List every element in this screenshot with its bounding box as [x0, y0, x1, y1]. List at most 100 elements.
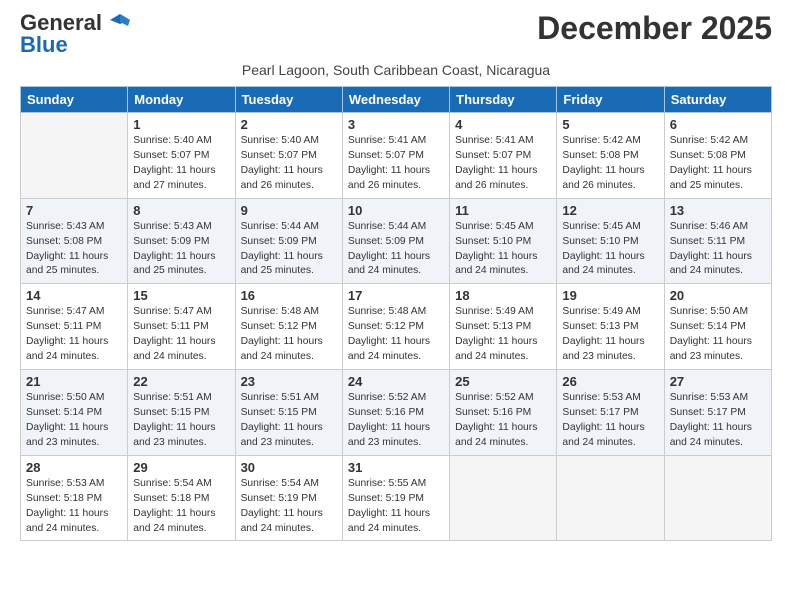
calendar-week-row: 7 Sunrise: 5:43 AMSunset: 5:08 PMDaylight…: [21, 198, 772, 284]
calendar-week-row: 1 Sunrise: 5:40 AMSunset: 5:07 PMDaylight…: [21, 113, 772, 199]
day-info: Sunrise: 5:45 AMSunset: 5:10 PMDaylight:…: [562, 220, 658, 280]
weekday-header-monday: Monday: [128, 87, 235, 113]
day-number: 11: [455, 203, 551, 218]
day-info: Sunrise: 5:46 AMSunset: 5:11 PMDaylight:…: [670, 220, 766, 280]
page-header: General Blue December 2025: [20, 10, 772, 58]
day-info: Sunrise: 5:54 AMSunset: 5:18 PMDaylight:…: [133, 477, 229, 537]
day-number: 6: [670, 117, 766, 132]
day-number: 10: [348, 203, 444, 218]
day-info: Sunrise: 5:40 AMSunset: 5:07 PMDaylight:…: [133, 134, 229, 194]
day-info: Sunrise: 5:45 AMSunset: 5:10 PMDaylight:…: [455, 220, 551, 280]
day-info: Sunrise: 5:47 AMSunset: 5:11 PMDaylight:…: [26, 305, 122, 365]
calendar-day-cell: 20Sunrise: 5:50 AMSunset: 5:14 PMDayligh…: [664, 284, 771, 370]
weekday-header-saturday: Saturday: [664, 87, 771, 113]
calendar-day-cell: 15 Sunrise: 5:47 AMSunset: 5:11 PMDayligh…: [128, 284, 235, 370]
day-info: Sunrise: 5:51 AMSunset: 5:15 PMDaylight:…: [133, 391, 229, 451]
calendar-day-cell: 16Sunrise: 5:48 AMSunset: 5:12 PMDayligh…: [235, 284, 342, 370]
day-number: 24: [348, 374, 444, 389]
day-number: 4: [455, 117, 551, 132]
calendar-day-cell: 21 Sunrise: 5:50 AMSunset: 5:14 PMDayligh…: [21, 370, 128, 456]
day-info: Sunrise: 5:53 AMSunset: 5:18 PMDaylight:…: [26, 477, 122, 537]
calendar-week-row: 21 Sunrise: 5:50 AMSunset: 5:14 PMDayligh…: [21, 370, 772, 456]
day-number: 23: [241, 374, 337, 389]
calendar-day-cell: [21, 113, 128, 199]
calendar-day-cell: 14Sunrise: 5:47 AMSunset: 5:11 PMDayligh…: [21, 284, 128, 370]
day-info: Sunrise: 5:43 AMSunset: 5:09 PMDaylight:…: [133, 220, 229, 280]
calendar-week-row: 28 Sunrise: 5:53 AMSunset: 5:18 PMDayligh…: [21, 455, 772, 541]
calendar-day-cell: 25Sunrise: 5:52 AMSunset: 5:16 PMDayligh…: [450, 370, 557, 456]
day-info: Sunrise: 5:44 AMSunset: 5:09 PMDaylight:…: [241, 220, 337, 280]
calendar-day-cell: [450, 455, 557, 541]
day-number: 1: [133, 117, 229, 132]
day-number: 19: [562, 288, 658, 303]
day-number: 7: [26, 203, 122, 218]
day-info: Sunrise: 5:48 AMSunset: 5:12 PMDaylight:…: [348, 305, 444, 365]
calendar-day-cell: 3 Sunrise: 5:41 AMSunset: 5:07 PMDaylight…: [342, 113, 449, 199]
calendar-day-cell: 5Sunrise: 5:42 AMSunset: 5:08 PMDaylight…: [557, 113, 664, 199]
weekday-header-sunday: Sunday: [21, 87, 128, 113]
day-number: 26: [562, 374, 658, 389]
calendar-day-cell: 27 Sunrise: 5:53 AMSunset: 5:17 PMDayligh…: [664, 370, 771, 456]
day-number: 21: [26, 374, 122, 389]
day-number: 13: [670, 203, 766, 218]
day-number: 2: [241, 117, 337, 132]
logo: General Blue: [20, 10, 130, 58]
day-info: Sunrise: 5:47 AMSunset: 5:11 PMDaylight:…: [133, 305, 229, 365]
calendar-day-cell: 4 Sunrise: 5:41 AMSunset: 5:07 PMDaylight…: [450, 113, 557, 199]
day-info: Sunrise: 5:49 AMSunset: 5:13 PMDaylight:…: [455, 305, 551, 365]
day-info: Sunrise: 5:49 AMSunset: 5:13 PMDaylight:…: [562, 305, 658, 365]
calendar-day-cell: 24Sunrise: 5:52 AMSunset: 5:16 PMDayligh…: [342, 370, 449, 456]
day-number: 15: [133, 288, 229, 303]
calendar-week-row: 14Sunrise: 5:47 AMSunset: 5:11 PMDayligh…: [21, 284, 772, 370]
calendar-day-cell: 28 Sunrise: 5:53 AMSunset: 5:18 PMDayligh…: [21, 455, 128, 541]
day-info: Sunrise: 5:41 AMSunset: 5:07 PMDaylight:…: [348, 134, 444, 194]
calendar-day-cell: 10 Sunrise: 5:44 AMSunset: 5:09 PMDayligh…: [342, 198, 449, 284]
calendar-day-cell: 31Sunrise: 5:55 AMSunset: 5:19 PMDayligh…: [342, 455, 449, 541]
month-title: December 2025: [537, 10, 772, 47]
weekday-header-tuesday: Tuesday: [235, 87, 342, 113]
weekday-header-friday: Friday: [557, 87, 664, 113]
calendar-day-cell: 19 Sunrise: 5:49 AMSunset: 5:13 PMDayligh…: [557, 284, 664, 370]
day-info: Sunrise: 5:53 AMSunset: 5:17 PMDaylight:…: [670, 391, 766, 451]
day-number: 18: [455, 288, 551, 303]
calendar-header-row: SundayMondayTuesdayWednesdayThursdayFrid…: [21, 87, 772, 113]
day-info: Sunrise: 5:50 AMSunset: 5:14 PMDaylight:…: [26, 391, 122, 451]
day-info: Sunrise: 5:43 AMSunset: 5:08 PMDaylight:…: [26, 220, 122, 280]
calendar-day-cell: 23 Sunrise: 5:51 AMSunset: 5:15 PMDayligh…: [235, 370, 342, 456]
calendar-day-cell: 18 Sunrise: 5:49 AMSunset: 5:13 PMDayligh…: [450, 284, 557, 370]
calendar-day-cell: 9 Sunrise: 5:44 AMSunset: 5:09 PMDaylight…: [235, 198, 342, 284]
day-info: Sunrise: 5:41 AMSunset: 5:07 PMDaylight:…: [455, 134, 551, 194]
day-info: Sunrise: 5:52 AMSunset: 5:16 PMDaylight:…: [455, 391, 551, 451]
calendar-day-cell: 26Sunrise: 5:53 AMSunset: 5:17 PMDayligh…: [557, 370, 664, 456]
day-info: Sunrise: 5:42 AMSunset: 5:08 PMDaylight:…: [562, 134, 658, 194]
day-info: Sunrise: 5:40 AMSunset: 5:07 PMDaylight:…: [241, 134, 337, 194]
calendar-day-cell: 7 Sunrise: 5:43 AMSunset: 5:08 PMDaylight…: [21, 198, 128, 284]
day-number: 20: [670, 288, 766, 303]
day-number: 16: [241, 288, 337, 303]
calendar-day-cell: 11 Sunrise: 5:45 AMSunset: 5:10 PMDayligh…: [450, 198, 557, 284]
location-subtitle: Pearl Lagoon, South Caribbean Coast, Nic…: [20, 62, 772, 78]
calendar-day-cell: 13 Sunrise: 5:46 AMSunset: 5:11 PMDayligh…: [664, 198, 771, 284]
logo-bird-icon: [102, 12, 130, 34]
day-info: Sunrise: 5:55 AMSunset: 5:19 PMDaylight:…: [348, 477, 444, 537]
calendar-day-cell: [557, 455, 664, 541]
calendar-day-cell: 8 Sunrise: 5:43 AMSunset: 5:09 PMDaylight…: [128, 198, 235, 284]
calendar-day-cell: 1 Sunrise: 5:40 AMSunset: 5:07 PMDaylight…: [128, 113, 235, 199]
calendar-day-cell: 12 Sunrise: 5:45 AMSunset: 5:10 PMDayligh…: [557, 198, 664, 284]
weekday-header-wednesday: Wednesday: [342, 87, 449, 113]
day-number: 28: [26, 460, 122, 475]
weekday-header-thursday: Thursday: [450, 87, 557, 113]
day-number: 27: [670, 374, 766, 389]
day-number: 17: [348, 288, 444, 303]
day-number: 8: [133, 203, 229, 218]
calendar-day-cell: 6Sunrise: 5:42 AMSunset: 5:08 PMDaylight…: [664, 113, 771, 199]
day-number: 12: [562, 203, 658, 218]
calendar-day-cell: 2 Sunrise: 5:40 AMSunset: 5:07 PMDaylight…: [235, 113, 342, 199]
day-info: Sunrise: 5:54 AMSunset: 5:19 PMDaylight:…: [241, 477, 337, 537]
day-info: Sunrise: 5:51 AMSunset: 5:15 PMDaylight:…: [241, 391, 337, 451]
calendar-day-cell: 22Sunrise: 5:51 AMSunset: 5:15 PMDayligh…: [128, 370, 235, 456]
day-info: Sunrise: 5:44 AMSunset: 5:09 PMDaylight:…: [348, 220, 444, 280]
day-number: 9: [241, 203, 337, 218]
calendar-page: General Blue December 2025 Pearl Lagoon,…: [0, 0, 792, 551]
day-number: 3: [348, 117, 444, 132]
